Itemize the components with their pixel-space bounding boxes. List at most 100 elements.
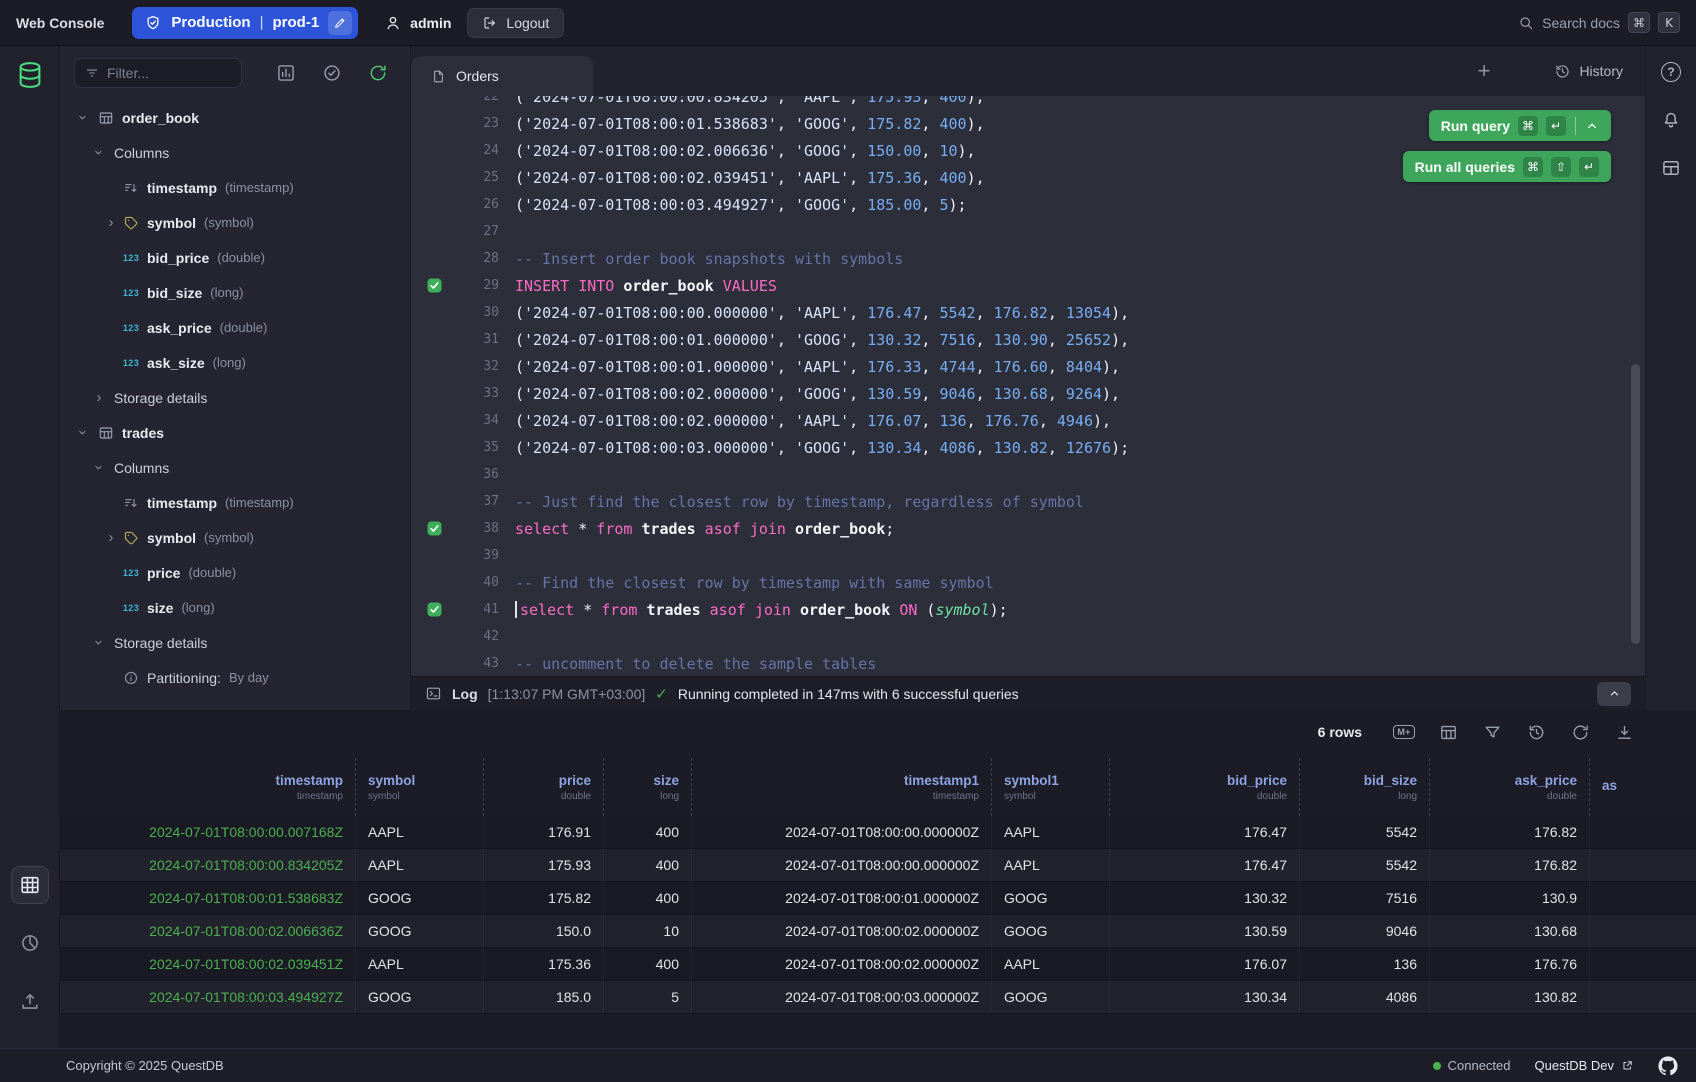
layout-panels-button[interactable]: [1659, 156, 1683, 180]
tree-item-ask-price[interactable]: 123ask_price(double): [60, 310, 410, 345]
table-row[interactable]: 2024-07-01T08:00:01.538683ZGOOG175.82400…: [60, 882, 1696, 915]
validate-schema-button[interactable]: [322, 63, 342, 83]
table-row[interactable]: 2024-07-01T08:00:00.007168ZAAPL176.91400…: [60, 816, 1696, 849]
table-row[interactable]: 2024-07-01T08:00:00.834205ZAAPL175.93400…: [60, 849, 1696, 882]
code-line-41[interactable]: 41select * from trades asof join order_b…: [411, 596, 1645, 623]
tree-item-storage-details[interactable]: ›Storage details: [60, 380, 410, 415]
tree-item-bid-size[interactable]: 123bid_size(long): [60, 275, 410, 310]
column-header-bid_price[interactable]: bid_pricedouble: [1110, 758, 1300, 816]
column-header-symbol1[interactable]: symbol1symbol: [992, 758, 1110, 816]
code-line-30[interactable]: 30('2024-07-01T08:00:00.000000', 'AAPL',…: [411, 299, 1645, 326]
code-line-31[interactable]: 31('2024-07-01T08:00:01.000000', 'GOOG',…: [411, 326, 1645, 353]
column-header-timestamp1[interactable]: timestamp1timestamp: [692, 758, 992, 816]
tree-item-order-book[interactable]: ›order_book: [60, 100, 410, 135]
code-line-36[interactable]: 36: [411, 461, 1645, 488]
help-button[interactable]: ?: [1659, 60, 1683, 84]
instance-badge[interactable]: Production | prod-1: [132, 7, 358, 39]
code-line-28[interactable]: 28-- Insert order book snapshots with sy…: [411, 245, 1645, 272]
connected-dot-icon: [1433, 1062, 1441, 1070]
cell: 2024-07-01T08:00:02.000000Z: [692, 948, 992, 981]
edit-instance-button[interactable]: [328, 11, 352, 35]
tree-item-columns[interactable]: ›Columns: [60, 450, 410, 485]
run-query-button[interactable]: Run query ⌘ ↵: [1429, 110, 1611, 141]
notifications-button[interactable]: [1659, 108, 1683, 132]
tab-orders[interactable]: Orders: [411, 56, 593, 96]
code-line-26[interactable]: 26('2024-07-01T08:00:03.494927', 'GOOG',…: [411, 191, 1645, 218]
log-label[interactable]: Log: [452, 686, 478, 702]
add-metrics-button[interactable]: [276, 63, 296, 83]
cell: 2024-07-01T08:00:01.538683Z: [60, 882, 356, 915]
code-line-35[interactable]: 35('2024-07-01T08:00:03.000000', 'GOOG',…: [411, 434, 1645, 461]
filter-input[interactable]: [107, 65, 231, 81]
table-row[interactable]: 2024-07-01T08:00:03.494927ZGOOG185.05202…: [60, 981, 1696, 1014]
run-dropdown-chevron-icon[interactable]: [1585, 119, 1599, 133]
code-line-22[interactable]: 22('2024-07-01T08:00:00.834205', 'AAPL',…: [411, 96, 1645, 110]
code-line-34[interactable]: 34('2024-07-01T08:00:02.000000', 'AAPL',…: [411, 407, 1645, 434]
code-line-29[interactable]: 29INSERT INTO order_book VALUES: [411, 272, 1645, 299]
code-line-42[interactable]: 42: [411, 623, 1645, 650]
code-line-43[interactable]: 43-- uncomment to delete the sample tabl…: [411, 650, 1645, 676]
code-line-40[interactable]: 40-- Find the closest row by timestamp w…: [411, 569, 1645, 596]
column-header-timestamp[interactable]: timestamptimestamp: [60, 758, 356, 816]
editor-scrollbar[interactable]: [1631, 364, 1640, 644]
code-line-37[interactable]: 37-- Just find the closest row by timest…: [411, 488, 1645, 515]
tree-item-price[interactable]: 123price(double): [60, 555, 410, 590]
table-row[interactable]: 2024-07-01T08:00:02.039451ZAAPL175.36400…: [60, 948, 1696, 981]
add-tab-icon[interactable]: +: [1470, 60, 1499, 82]
questdb-web-console: Web Console Production | prod-1 admin: [0, 0, 1696, 1082]
code-line-33[interactable]: 33('2024-07-01T08:00:02.000000', 'GOOG',…: [411, 380, 1645, 407]
sql-editor[interactable]: 22('2024-07-01T08:00:00.834205', 'AAPL',…: [411, 96, 1645, 676]
filter-input-wrap[interactable]: [74, 58, 242, 88]
tree-item-timestamp[interactable]: timestamp(timestamp): [60, 485, 410, 520]
results-grid[interactable]: timestamptimestampsymbolsymbolpricedoubl…: [60, 754, 1696, 1048]
markdown-view-button[interactable]: M+: [1394, 722, 1414, 742]
cell: 5: [604, 981, 692, 1014]
version-link[interactable]: QuestDB Dev: [1535, 1058, 1634, 1073]
data-funnel-button[interactable]: [1482, 722, 1502, 742]
column-header-symbol[interactable]: symbolsymbol: [356, 758, 484, 816]
code-line-32[interactable]: 32('2024-07-01T08:00:01.000000', 'AAPL',…: [411, 353, 1645, 380]
cell: 130.59: [1110, 915, 1300, 948]
questdb-logo-icon[interactable]: [15, 60, 45, 90]
tree-item-ask-size[interactable]: 123ask_size(long): [60, 345, 410, 380]
rail-chart-view-button[interactable]: [11, 924, 49, 962]
cell: 176.82: [1430, 816, 1590, 849]
run-all-queries-button[interactable]: Run all queries ⌘ ⇧ ↵: [1403, 151, 1611, 182]
history-button[interactable]: History: [1554, 63, 1623, 80]
column-name: symbol: [368, 773, 415, 788]
search-docs[interactable]: Search docs ⌘ K: [1518, 12, 1680, 33]
rail-import-view-button[interactable]: [11, 982, 49, 1020]
column-header-bid_size[interactable]: bid_sizelong: [1300, 758, 1430, 816]
column-header-as[interactable]: as: [1590, 758, 1696, 816]
user-menu[interactable]: admin: [384, 14, 451, 32]
collapse-log-button[interactable]: [1597, 682, 1631, 706]
tree-item-storage-details[interactable]: ›Storage details: [60, 625, 410, 660]
reload-schema-button[interactable]: [368, 63, 388, 83]
download-csv-button[interactable]: [1614, 722, 1634, 742]
rail-grid-view-button[interactable]: [11, 866, 49, 904]
column-layout-button[interactable]: [1438, 722, 1458, 742]
tree-item-timestamp[interactable]: timestamp(timestamp): [60, 170, 410, 205]
chevron-right-icon: ›: [104, 215, 118, 230]
table-row[interactable]: 2024-07-01T08:00:02.006636ZGOOG150.01020…: [60, 915, 1696, 948]
code-line-38[interactable]: 38select * from trades asof join order_b…: [411, 515, 1645, 542]
query-history-button[interactable]: [1526, 722, 1546, 742]
refresh-data-button[interactable]: [1570, 722, 1590, 742]
code-line-27[interactable]: 27: [411, 218, 1645, 245]
github-icon[interactable]: [1658, 1056, 1678, 1076]
tree-item-symbol[interactable]: ›symbol(symbol): [60, 205, 410, 240]
tree-item-label: Storage details: [114, 390, 207, 406]
tree-item-trades[interactable]: ›trades: [60, 415, 410, 450]
column-header-price[interactable]: pricedouble: [484, 758, 604, 816]
tree-item-bid-price[interactable]: 123bid_price(double): [60, 240, 410, 275]
logout-button[interactable]: Logout: [467, 8, 564, 38]
tree-item-symbol[interactable]: ›symbol(symbol): [60, 520, 410, 555]
tree-item-partitioning[interactable]: Partitioning:By day: [60, 660, 410, 695]
line-number: 30: [457, 305, 499, 320]
tree-item-columns[interactable]: ›Columns: [60, 135, 410, 170]
tree-item-size[interactable]: 123size(long): [60, 590, 410, 625]
column-header-size[interactable]: sizelong: [604, 758, 692, 816]
line-number: 32: [457, 359, 499, 374]
code-line-39[interactable]: 39: [411, 542, 1645, 569]
column-header-ask_price[interactable]: ask_pricedouble: [1430, 758, 1590, 816]
